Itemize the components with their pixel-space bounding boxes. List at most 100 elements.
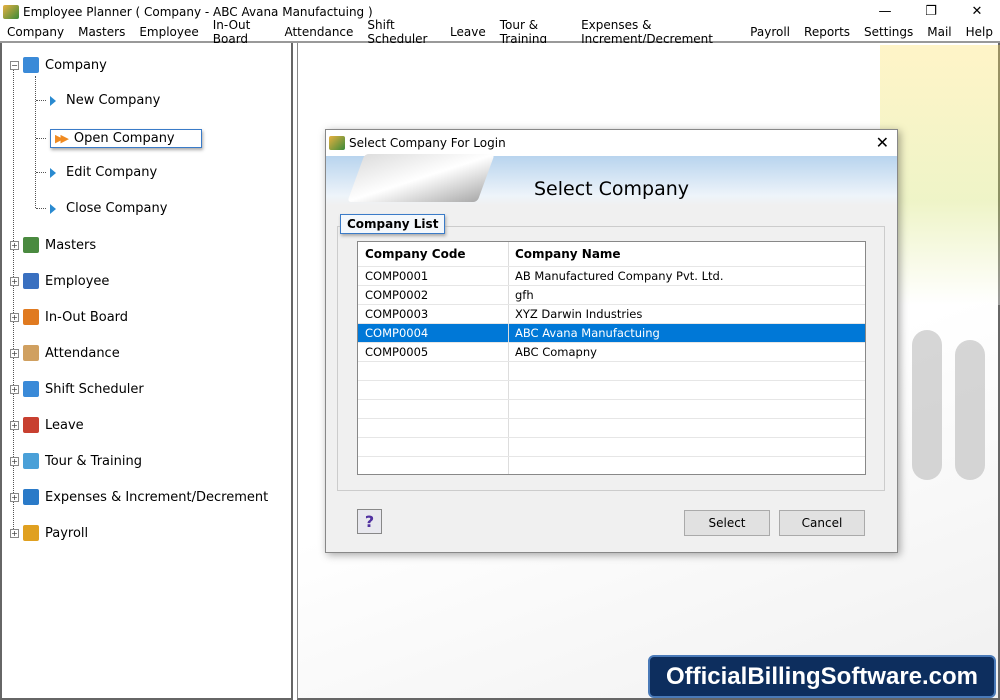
tree-label: Expenses & Increment/Decrement bbox=[45, 489, 269, 505]
tree-label: In-Out Board bbox=[45, 309, 129, 325]
expand-icon[interactable]: + bbox=[10, 384, 19, 394]
table-row[interactable]: COMP0002 gfh bbox=[358, 286, 865, 305]
shift-scheduler-icon bbox=[23, 381, 39, 397]
expenses-increment-decrement-icon bbox=[23, 489, 39, 505]
tree-item-open-company[interactable]: ▶▶ Open Company bbox=[36, 129, 202, 148]
cell-company-name: XYZ Darwin Industries bbox=[515, 307, 643, 321]
menu-help[interactable]: Help bbox=[959, 25, 1000, 39]
cell-company-name: gfh bbox=[515, 288, 534, 302]
background-people-graphic bbox=[955, 340, 985, 480]
select-button[interactable]: Select bbox=[684, 510, 770, 536]
empty-row bbox=[358, 362, 865, 381]
tree-label: Payroll bbox=[45, 525, 89, 541]
tree-item-new-company[interactable]: New Company bbox=[36, 93, 160, 108]
book-pen-icon bbox=[347, 154, 495, 202]
empty-row bbox=[358, 419, 865, 438]
expand-icon[interactable]: + bbox=[10, 240, 19, 250]
window-title: Employee Planner ( Company - ABC Avana M… bbox=[23, 4, 373, 19]
cell-company-name: ABC Avana Manufactuing bbox=[515, 326, 660, 340]
tree-label: Attendance bbox=[45, 345, 120, 361]
tree-node-tour-training[interactable]: + Tour & Training bbox=[10, 453, 142, 469]
tree-label: Close Company bbox=[66, 201, 168, 216]
column-header-name[interactable]: Company Name bbox=[509, 242, 865, 266]
column-header-code[interactable]: Company Code bbox=[358, 242, 509, 266]
company-list-label: Company List bbox=[340, 214, 446, 234]
tree-node-payroll[interactable]: + Payroll bbox=[10, 525, 88, 541]
leave-icon bbox=[23, 417, 39, 433]
tree-node-company[interactable]: − Company bbox=[10, 57, 107, 73]
app-icon bbox=[3, 4, 19, 19]
masters-icon bbox=[23, 237, 39, 253]
expand-icon[interactable]: + bbox=[10, 348, 19, 358]
menu-attendance[interactable]: Attendance bbox=[277, 25, 360, 39]
tree-item-close-company[interactable]: Close Company bbox=[36, 201, 167, 216]
menu-tour-training[interactable]: Tour & Training bbox=[493, 18, 574, 46]
menu-mail[interactable]: Mail bbox=[920, 25, 958, 39]
menu-shift-scheduler[interactable]: Shift Scheduler bbox=[360, 18, 443, 46]
tree-node-attendance[interactable]: + Attendance bbox=[10, 345, 120, 361]
expand-icon[interactable]: + bbox=[10, 456, 19, 466]
menu-in-out-board[interactable]: In-Out Board bbox=[206, 18, 278, 46]
tree-label: Shift Scheduler bbox=[45, 381, 144, 397]
watermark-logo: OfficialBillingSoftware.com bbox=[648, 655, 996, 698]
tree-node-employee[interactable]: + Employee bbox=[10, 273, 109, 289]
tree-item-edit-company[interactable]: Edit Company bbox=[36, 165, 157, 180]
cell-company-code: COMP0003 bbox=[358, 305, 509, 323]
building-icon bbox=[23, 57, 39, 73]
tree-label: Leave bbox=[45, 417, 84, 433]
tree-label: Masters bbox=[45, 237, 97, 253]
menu-masters[interactable]: Masters bbox=[71, 25, 132, 39]
dialog-heading: Select Company bbox=[534, 178, 690, 200]
menu-expenses-increment-decrement[interactable]: Expenses & Increment/Decrement bbox=[574, 18, 743, 46]
close-button[interactable]: ✕ bbox=[954, 0, 1000, 23]
grid-header: Company Code Company Name bbox=[358, 242, 865, 267]
table-row[interactable]: COMP0005 ABC Comapny bbox=[358, 343, 865, 362]
expand-icon[interactable]: + bbox=[10, 420, 19, 430]
empty-row bbox=[358, 457, 865, 474]
expand-icon[interactable]: + bbox=[10, 492, 19, 502]
tree-label: Employee bbox=[45, 273, 110, 289]
menu-company[interactable]: Company bbox=[0, 25, 71, 39]
expand-icon[interactable]: + bbox=[10, 312, 19, 322]
empty-row bbox=[358, 381, 865, 400]
tree-node-expenses-increment-decrement[interactable]: + Expenses & Increment/Decrement bbox=[10, 489, 268, 505]
menu-reports[interactable]: Reports bbox=[797, 25, 857, 39]
tree-label: Tour & Training bbox=[45, 453, 142, 469]
select-company-dialog: Select Company For Login ✕ Select Compan… bbox=[325, 129, 898, 553]
background-people-graphic bbox=[912, 330, 942, 480]
menu-employee[interactable]: Employee bbox=[132, 25, 205, 39]
in-out-board-icon bbox=[23, 309, 39, 325]
employee-icon bbox=[23, 273, 39, 289]
expand-icon[interactable]: + bbox=[10, 528, 19, 538]
cell-company-code: COMP0004 bbox=[358, 324, 509, 342]
menu-payroll[interactable]: Payroll bbox=[743, 25, 797, 39]
expand-icon[interactable]: + bbox=[10, 276, 19, 286]
attendance-icon bbox=[23, 345, 39, 361]
menu-settings[interactable]: Settings bbox=[857, 25, 920, 39]
dialog-icon bbox=[329, 136, 345, 150]
cell-company-code: COMP0002 bbox=[358, 286, 509, 304]
table-row[interactable]: COMP0004 ABC Avana Manufactuing bbox=[358, 324, 865, 343]
tree-label: Open Company bbox=[73, 131, 175, 146]
arrow-icon bbox=[50, 167, 56, 178]
table-row[interactable]: COMP0003 XYZ Darwin Industries bbox=[358, 305, 865, 324]
maximize-button[interactable]: ❐ bbox=[908, 0, 954, 23]
dialog-close-button[interactable]: ✕ bbox=[876, 133, 889, 152]
cell-company-code: COMP0001 bbox=[358, 267, 509, 285]
company-grid[interactable]: Company Code Company Name COMP0001 AB Man… bbox=[357, 241, 866, 475]
minimize-button[interactable]: — bbox=[862, 0, 908, 23]
tree-label: New Company bbox=[66, 93, 161, 108]
tree-node-leave[interactable]: + Leave bbox=[10, 417, 84, 433]
collapse-icon[interactable]: − bbox=[10, 60, 19, 70]
double-arrow-icon: ▶▶ bbox=[55, 132, 69, 145]
tree-node-shift-scheduler[interactable]: + Shift Scheduler bbox=[10, 381, 144, 397]
arrow-icon bbox=[50, 95, 56, 106]
menu-leave[interactable]: Leave bbox=[443, 25, 493, 39]
tree-node-masters[interactable]: + Masters bbox=[10, 237, 96, 253]
tree-node-in-out-board[interactable]: + In-Out Board bbox=[10, 309, 128, 325]
dialog-title-bar: Select Company For Login ✕ bbox=[326, 130, 897, 156]
table-row[interactable]: COMP0001 AB Manufactured Company Pvt. Ltd… bbox=[358, 267, 865, 286]
cancel-button[interactable]: Cancel bbox=[779, 510, 865, 536]
dialog-title: Select Company For Login bbox=[349, 136, 506, 150]
help-button[interactable]: ? bbox=[357, 509, 382, 534]
